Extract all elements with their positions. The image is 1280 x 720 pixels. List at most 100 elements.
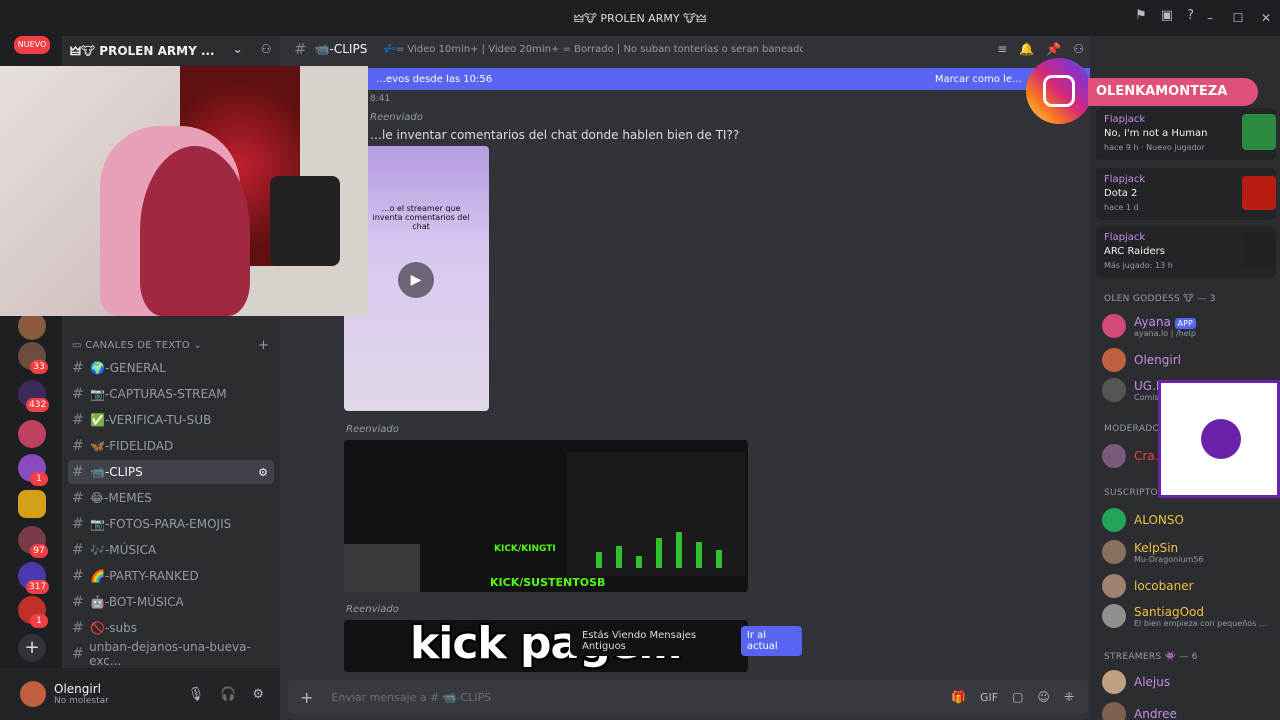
channel-category[interactable]: ▭ CANALES DE TEXTO ⌄ xyxy=(72,340,202,351)
mic-icon[interactable]: 🎙 xyxy=(188,687,205,702)
close-button[interactable]: ✕ xyxy=(1252,11,1280,25)
chart-bar xyxy=(656,538,662,568)
invite-icon[interactable]: ⚇ xyxy=(261,42,272,56)
sticker-icon[interactable]: ▢ xyxy=(1012,690,1023,704)
user-name: Olengirl xyxy=(54,682,101,696)
server-icon[interactable]: 1 xyxy=(18,454,48,486)
hash-icon: # xyxy=(72,594,84,610)
avatar xyxy=(1102,540,1126,564)
threads-icon[interactable]: ≡ xyxy=(997,42,1007,56)
activity-card[interactable]: Flapjack Dota 2 hace 1 d xyxy=(1096,168,1276,220)
avatar xyxy=(1102,348,1126,372)
pin-icon[interactable]: 📌 xyxy=(1046,42,1061,56)
avatar[interactable] xyxy=(20,681,46,707)
member-olengirl[interactable]: Olengirl xyxy=(1102,348,1181,372)
channel-memes[interactable]: # 😂-MEMES xyxy=(68,486,274,510)
channel-label: 😂-MEMES xyxy=(90,491,152,505)
channel-capturas-stream[interactable]: # 📷-CAPTURAS-STREAM xyxy=(68,382,274,406)
member-andree[interactable]: Andree xyxy=(1102,702,1177,720)
settings-icon[interactable]: ⚙ xyxy=(252,687,264,702)
jump-present-button[interactable]: Ir al actual xyxy=(740,626,802,656)
member-locobaner[interactable]: locobaner xyxy=(1102,574,1194,598)
hash-icon: # xyxy=(72,438,84,454)
inbox-icon[interactable]: ▣ xyxy=(1161,8,1173,23)
channel-label: 🌈-PARTY-RANKED xyxy=(90,569,199,583)
play-icon[interactable]: ▶ xyxy=(398,262,434,298)
forwarded-label: Reenviado xyxy=(346,604,399,615)
old-messages-toast: Estás Viendo Mensajes Antiguos Ir al actu… xyxy=(570,626,802,656)
members-icon[interactable]: ⚇ xyxy=(1073,42,1084,56)
member-sub: El bien empieza con pequeños … xyxy=(1134,618,1267,628)
title-icons: ⚑ ▣ ? xyxy=(1135,8,1194,23)
help-icon[interactable]: ? xyxy=(1187,8,1194,23)
message-composer[interactable]: + Enviar mensaje a # 📹-CLIPS 🎁 GIF ▢ ☺ ⁜ xyxy=(288,680,1088,714)
server-icon[interactable]: 432 xyxy=(18,380,50,412)
unread-text: …evos desde las 10:56 xyxy=(376,73,493,85)
member-kelpsin[interactable]: KelpSin Mu-Dragonium56 xyxy=(1102,540,1204,564)
channel-bot-musica[interactable]: # 🤖-BOT-MÚSICA xyxy=(68,590,274,614)
member-alejus[interactable]: Alejus xyxy=(1102,670,1170,694)
channel-label: 🎶-MÚSICA xyxy=(90,543,157,557)
channel-general[interactable]: # 🌍-GENERAL xyxy=(68,356,274,380)
pin-icon[interactable]: ⚑ xyxy=(1135,8,1147,23)
add-channel-icon[interactable]: + xyxy=(258,338,269,353)
channel-label: 📹-CLIPS xyxy=(90,465,143,479)
activity-meta: Más jugado: 13 h xyxy=(1104,261,1173,270)
gift-icon[interactable]: 🎁 xyxy=(951,690,966,704)
webcam-overlay xyxy=(0,66,368,316)
channel-clips[interactable]: # 📹-CLIPS ⚙ xyxy=(68,460,274,484)
channel-verifica-tu-sub[interactable]: # ✅-VERIFICA-TU-SUB xyxy=(68,408,274,432)
settings-icon[interactable]: ⚙ xyxy=(258,466,268,479)
unread-banner[interactable]: …evos desde las 10:56 Marcar como le… xyxy=(368,68,1090,90)
server-header[interactable]: 🜲🐮 PROLEN ARMY ... ⌄ ⚇ xyxy=(62,36,280,62)
server-icon[interactable] xyxy=(18,490,46,518)
channel-fidelidad[interactable]: # 🦋-FIDELIDAD xyxy=(68,434,274,458)
bell-icon[interactable]: 🔔 xyxy=(1019,42,1034,56)
member-ayana[interactable]: Ayana APP ayana.lo | /help xyxy=(1102,314,1196,338)
hash-icon: # xyxy=(72,568,84,584)
image-attachment[interactable]: KICK/KINGTI KICK/SUSTENTOSB xyxy=(344,440,748,592)
member-sub: ayana.lo | /help xyxy=(1134,328,1196,338)
user-panel: Olengirl No molestar 🎙 🎧 ⚙ xyxy=(0,668,280,720)
member-santiago[interactable]: SantiagOod El bien empieza con pequeños … xyxy=(1102,604,1267,628)
server-icon[interactable] xyxy=(18,312,46,340)
avatar xyxy=(1102,444,1126,468)
channel-fotos-para-emojis[interactable]: # 📷-FOTOS-PARA-EMOJIS xyxy=(68,512,274,536)
maximize-button[interactable]: ☐ xyxy=(1224,11,1252,25)
minimize-button[interactable]: – xyxy=(1196,11,1224,25)
app-badge: APP xyxy=(1174,317,1196,329)
chevron-down-icon[interactable]: ⌄ xyxy=(233,42,243,56)
emoji-icon[interactable]: ☺ xyxy=(1037,690,1050,704)
server-icon[interactable]: 97 xyxy=(18,526,48,558)
activity-game: No, I'm not a Human xyxy=(1104,128,1208,139)
channel-label: ✅-VERIFICA-TU-SUB xyxy=(90,413,212,427)
channel-topic[interactable]: 💤= Video 10min+ | Video 20min+ = Borrado… xyxy=(383,44,803,55)
server-icon[interactable]: 33 xyxy=(18,342,48,374)
server-icon[interactable]: 1 xyxy=(18,596,48,628)
add-attachment-icon[interactable]: + xyxy=(300,688,313,707)
channel-party-ranked[interactable]: # 🌈-PARTY-RANKED xyxy=(68,564,274,588)
activity-meta: hace 9 h · Nuevo jugador xyxy=(1104,143,1205,152)
activity-card[interactable]: Flapjack ARC Raiders Más jugado: 13 h xyxy=(1096,226,1276,278)
server-icon[interactable]: 317 xyxy=(18,562,50,594)
channel-label: 📷-CAPTURAS-STREAM xyxy=(90,387,227,401)
activity-game: Dota 2 xyxy=(1104,188,1138,199)
add-server-icon[interactable]: + xyxy=(18,634,46,662)
unread-badge: 1 xyxy=(30,472,48,486)
headphones-icon[interactable]: 🎧 xyxy=(220,687,236,702)
channel-musica[interactable]: # 🎶-MÚSICA xyxy=(68,538,274,562)
channel-unban[interactable]: # unban-dejanos-una-bueva-exc... xyxy=(68,640,274,668)
member-cra[interactable]: Cra… xyxy=(1102,444,1167,468)
server-icon[interactable] xyxy=(18,420,46,448)
instagram-overlay: OLENKAMONTEZA xyxy=(1026,58,1258,124)
apps-icon[interactable]: ⁜ xyxy=(1064,690,1074,704)
hash-icon: # xyxy=(294,40,307,58)
channel-label: 🦋-FIDELIDAD xyxy=(90,439,174,453)
member-alonso[interactable]: ALONSO xyxy=(1102,508,1184,532)
member-name: locobaner xyxy=(1134,579,1194,593)
channel-label: unban-dejanos-una-bueva-exc... xyxy=(89,640,251,668)
mark-read-button[interactable]: Marcar como le… xyxy=(935,74,1022,85)
gif-icon[interactable]: GIF xyxy=(980,691,998,704)
channel-subs[interactable]: # 🚫-subs xyxy=(68,616,274,640)
member-name: Ayana xyxy=(1134,314,1171,329)
